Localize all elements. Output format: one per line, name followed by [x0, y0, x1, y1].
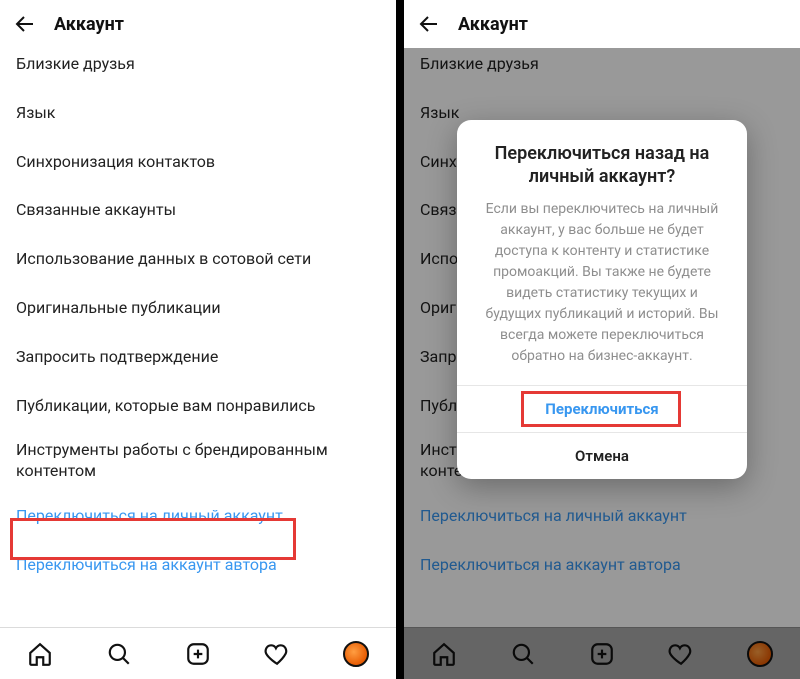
item-liked-posts[interactable]: Публикации, которые вам понравились [0, 382, 396, 431]
tab-profile[interactable] [317, 628, 396, 679]
bottom-tabbar [0, 627, 396, 679]
item-original-posts[interactable]: Оригинальные публикации [0, 284, 396, 333]
screenshot-left: Аккаунт Близкие друзья Язык Синхронизаци… [0, 0, 396, 679]
search-icon [106, 641, 132, 667]
dialog-cancel-button[interactable]: Отмена [457, 432, 747, 479]
dialog-body: Если вы переключитесь на личный аккаунт,… [457, 199, 747, 385]
back-button[interactable] [416, 11, 442, 37]
item-sync-contacts[interactable]: Синхронизация контактов [0, 138, 396, 187]
tab-home[interactable] [0, 628, 79, 679]
page-title: Аккаунт [458, 14, 528, 35]
item-close-friends[interactable]: Близкие друзья [0, 48, 396, 89]
dialog-confirm-button[interactable]: Переключиться [457, 385, 747, 432]
link-switch-personal[interactable]: Переключиться на личный аккаунт [0, 492, 396, 541]
item-branded-tools[interactable]: Инструменты работы с брендированным конт… [0, 430, 396, 492]
home-icon [27, 641, 53, 667]
item-language[interactable]: Язык [0, 89, 396, 138]
header: Аккаунт [404, 0, 800, 48]
tab-new-post[interactable] [158, 628, 237, 679]
avatar-icon [343, 641, 369, 667]
confirm-dialog: Переключиться назад на личный аккаунт? Е… [457, 120, 747, 479]
plus-square-icon [185, 641, 211, 667]
header: Аккаунт [0, 0, 396, 48]
heart-icon [264, 641, 290, 667]
arrow-left-icon [13, 12, 37, 36]
item-request-verify[interactable]: Запросить подтверждение [0, 333, 396, 382]
settings-list[interactable]: Близкие друзья Язык Синхронизация контак… [0, 48, 396, 627]
page-title: Аккаунт [54, 14, 124, 35]
arrow-left-icon [417, 12, 441, 36]
back-button[interactable] [12, 11, 38, 37]
dialog-cancel-label: Отмена [575, 447, 629, 465]
tab-search[interactable] [79, 628, 158, 679]
dialog-title: Переключиться назад на личный аккаунт? [457, 120, 747, 199]
item-cellular-data[interactable]: Использование данных в сотовой сети [0, 235, 396, 284]
screenshot-divider [396, 0, 404, 679]
item-linked-accounts[interactable]: Связанные аккаунты [0, 186, 396, 235]
screenshot-right: Аккаунт Близкие друзья Язык Синхронизаци… [404, 0, 800, 679]
dialog-confirm-label: Переключиться [545, 400, 658, 418]
link-switch-creator[interactable]: Переключиться на аккаунт автора [0, 541, 396, 590]
tab-activity[interactable] [238, 628, 317, 679]
